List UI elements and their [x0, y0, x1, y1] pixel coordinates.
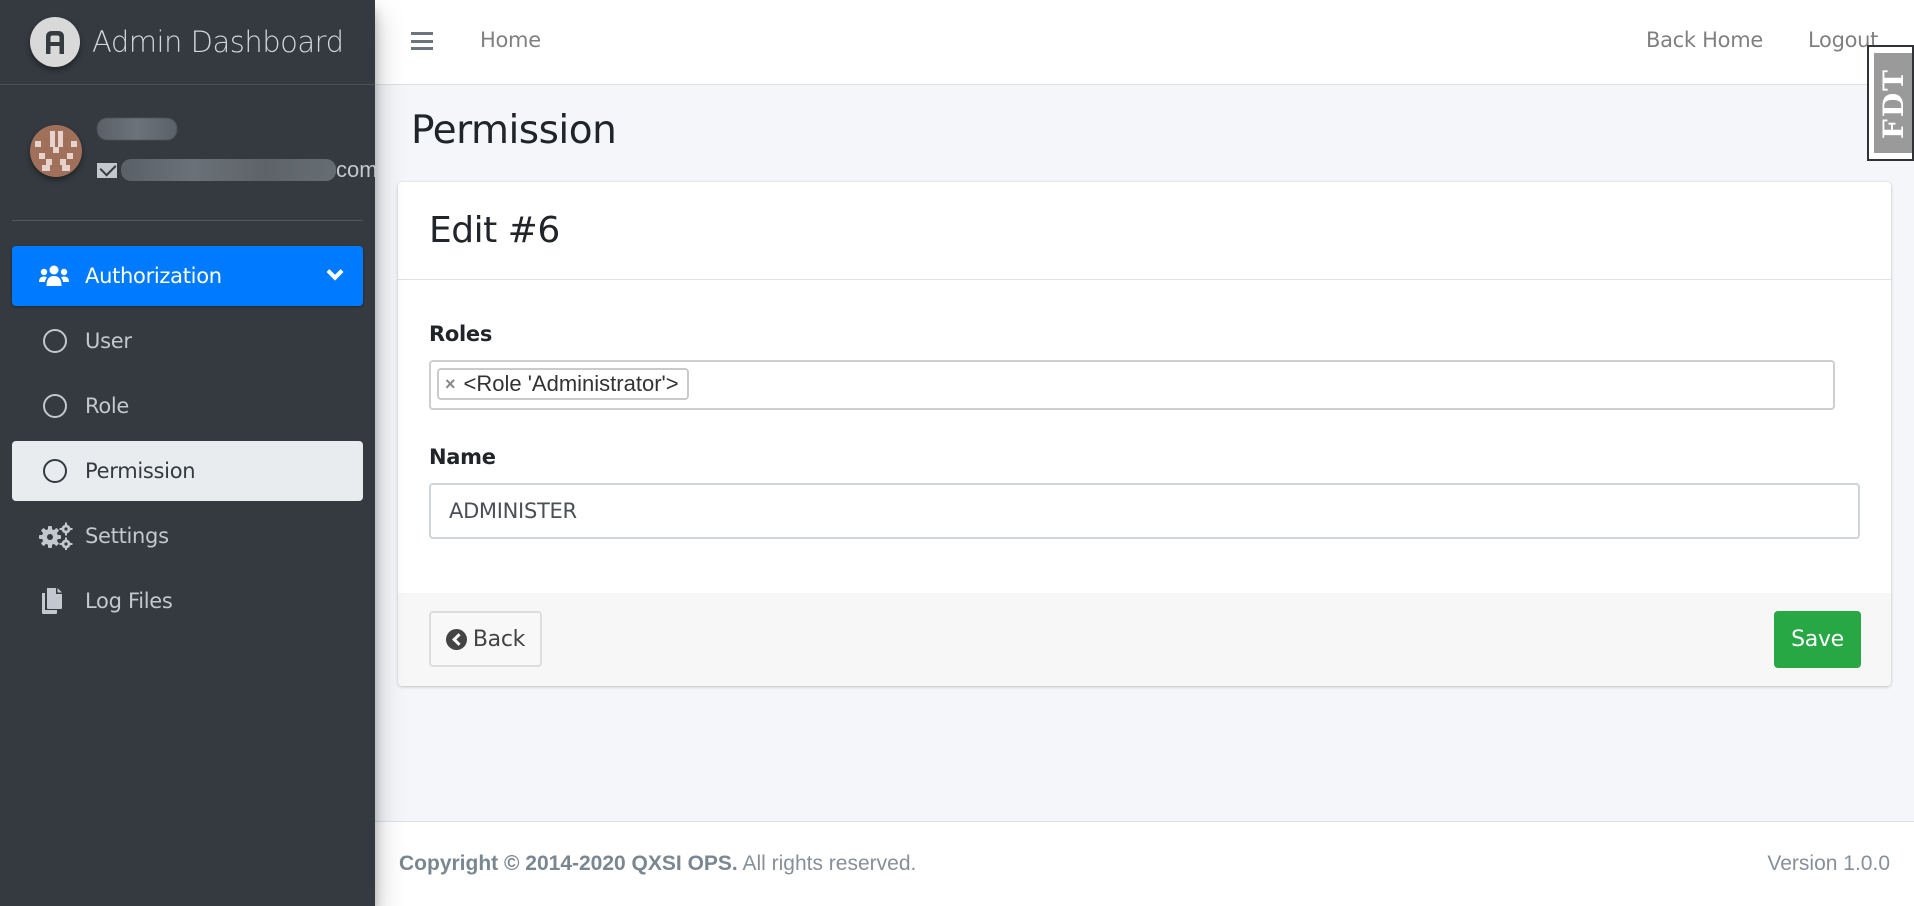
roles-multiselect[interactable]: × <Role 'Administrator'> — [429, 360, 1835, 410]
back-button[interactable]: Back — [429, 611, 542, 667]
user-name-redacted[interactable] — [97, 118, 177, 140]
remove-tag-icon[interactable]: × — [445, 374, 456, 395]
copyright: Copyright © 2014-2020 QXSI OPS. All righ… — [399, 852, 916, 876]
name-input[interactable] — [429, 483, 1860, 539]
chevron-circle-left-icon — [445, 628, 467, 650]
card-header: Edit #6 — [398, 182, 1891, 280]
card-title: Edit #6 — [429, 210, 560, 251]
page-footer: Copyright © 2014-2020 QXSI OPS. All righ… — [375, 821, 1914, 906]
circle-icon — [43, 329, 67, 353]
top-navbar: Home Back Home Logout — [375, 0, 1914, 85]
chevron-down-icon — [326, 263, 344, 281]
circle-icon — [43, 459, 67, 483]
back-button-label: Back — [472, 626, 526, 652]
version-label: Version 1.0.0 — [1767, 852, 1890, 875]
user-email: com — [97, 157, 378, 183]
cogs-icon — [39, 522, 73, 550]
roles-label: Roles — [429, 322, 493, 346]
copy-files-icon — [39, 587, 73, 615]
circle-icon — [43, 394, 67, 418]
brand-title: Admin Dashboard — [92, 25, 344, 59]
nav-home-link[interactable]: Home — [480, 28, 541, 52]
sidebar-item-label: Authorization — [85, 264, 222, 288]
back-home-link[interactable]: Back Home — [1646, 28, 1763, 52]
save-button-label: Save — [1791, 627, 1844, 652]
sidebar-item-label: Permission — [85, 459, 196, 483]
user-email-suffix: com — [336, 157, 378, 182]
sidebar-nav: Authorization User Role Permission Setti… — [12, 246, 363, 636]
brand-link[interactable]: Admin Dashboard — [0, 0, 375, 85]
edit-card: Edit #6 Roles × <Role 'Administrator'> N… — [398, 182, 1891, 686]
sidebar-item-authorization[interactable]: Authorization — [12, 246, 363, 306]
role-tag-label: <Role 'Administrator'> — [463, 371, 679, 396]
sidebar-item-settings[interactable]: Settings — [12, 506, 363, 566]
page-title: Permission — [411, 108, 617, 153]
hamburger-icon[interactable] — [411, 32, 433, 50]
brand-logo-icon — [30, 17, 80, 67]
sidebar-item-label: Log Files — [85, 589, 173, 613]
fdt-widget[interactable]: FDT — [1867, 45, 1914, 161]
user-email-redacted — [121, 159, 336, 181]
sidebar: Admin Dashboard com Authorization User R… — [0, 0, 378, 906]
envelope-icon — [97, 162, 117, 178]
user-panel: com — [12, 85, 378, 221]
sidebar-item-label: Role — [85, 394, 130, 418]
sidebar-item-role[interactable]: Role — [12, 376, 363, 436]
copyright-rest: All rights reserved. — [737, 852, 917, 875]
sidebar-item-permission[interactable]: Permission — [12, 441, 363, 501]
card-footer: Back Save — [398, 593, 1891, 686]
name-label: Name — [429, 445, 496, 469]
role-tag: × <Role 'Administrator'> — [437, 368, 689, 400]
user-avatar[interactable] — [30, 125, 82, 177]
save-button[interactable]: Save — [1774, 611, 1861, 668]
sidebar-item-label: Settings — [85, 524, 169, 548]
sidebar-item-user[interactable]: User — [12, 311, 363, 371]
fdt-label: FDT — [1876, 67, 1910, 139]
sidebar-item-log-files[interactable]: Log Files — [12, 571, 363, 631]
users-icon — [39, 262, 73, 290]
copyright-bold: Copyright © 2014-2020 QXSI OPS. — [399, 852, 738, 875]
sidebar-item-label: User — [85, 329, 132, 353]
